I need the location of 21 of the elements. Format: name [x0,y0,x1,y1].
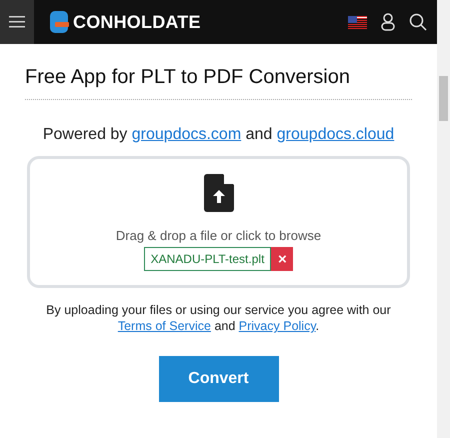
dropzone-hint: Drag & drop a file or click to browse [116,228,322,243]
file-dropzone[interactable]: Drag & drop a file or click to browse XANADU-PLT-test.plt × [27,156,410,288]
search-icon[interactable] [409,13,427,31]
menu-icon [9,16,25,28]
flag-icon[interactable] [348,16,367,28]
file-upload-icon [204,174,234,212]
logo-icon [50,11,70,33]
remove-file-button[interactable]: × [271,247,294,271]
powered-by-text: Powered by groupdocs.com and groupdocs.cloud [42,126,396,144]
file-name: XANADU-PLT-test.plt [144,247,272,271]
page-title: Free App for PLT to PDF Conversion [25,66,412,100]
privacy-link[interactable]: Privacy Policy [238,319,316,333]
user-icon[interactable] [381,13,395,31]
groupdocs-cloud-link[interactable]: groupdocs.cloud [276,126,394,143]
convert-button[interactable]: Convert [158,356,278,402]
logo-text: CONHOLDATE [73,12,201,32]
terms-link[interactable]: Terms of Service [118,319,211,333]
scrollbar-thumb[interactable] [439,76,448,121]
groupdocs-link[interactable]: groupdocs.com [132,126,242,143]
menu-button[interactable] [0,0,34,44]
consent-text: By uploading your files or using our service you agree with our Terms of Service and Privacy Policy. [45,302,392,334]
